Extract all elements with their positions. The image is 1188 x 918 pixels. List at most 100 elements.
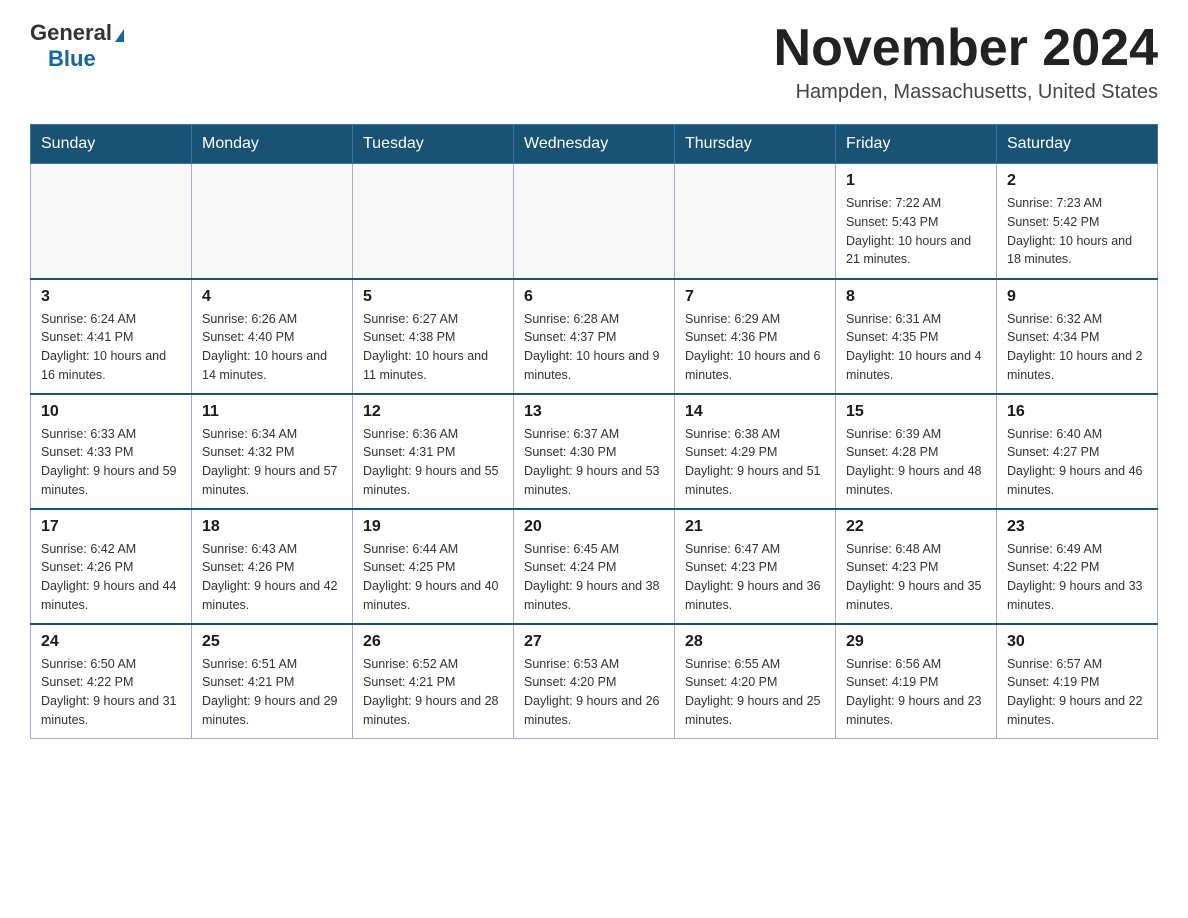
calendar-day-cell: 20 Sunrise: 6:45 AMSunset: 4:24 PMDayligh… [514, 509, 675, 624]
day-number: 7 [685, 288, 825, 306]
day-number: 21 [685, 518, 825, 536]
day-info: Sunrise: 6:50 AMSunset: 4:22 PMDaylight:… [41, 655, 181, 730]
calendar-day-cell: 19Sunrise: 6:44 AMSunset: 4:25 PMDayligh… [353, 509, 514, 624]
day-info: Sunrise: 6:44 AMSunset: 4:25 PMDaylight:… [363, 540, 503, 615]
day-info: Sunrise: 6:26 AMSunset: 4:40 PMDaylight:… [202, 310, 342, 385]
calendar-week-row: 1 Sunrise: 7:22 AMSunset: 5:43 PMDaylight… [31, 164, 1158, 279]
title-area: November 2024 Hampden, Massachusetts, Un… [774, 20, 1158, 104]
day-info: Sunrise: 6:31 AMSunset: 4:35 PMDaylight:… [846, 310, 986, 385]
weekday-header-tuesday: Tuesday [353, 125, 514, 164]
day-number: 25 [202, 633, 342, 651]
calendar-day-cell: 21 Sunrise: 6:47 AMSunset: 4:23 PMDayligh… [675, 509, 836, 624]
day-number: 15 [846, 403, 986, 421]
day-info: Sunrise: 7:23 AMSunset: 5:42 PMDaylight:… [1007, 194, 1147, 269]
weekday-header-saturday: Saturday [997, 125, 1158, 164]
weekday-header-thursday: Thursday [675, 125, 836, 164]
month-title: November 2024 [774, 20, 1158, 77]
location-subtitle: Hampden, Massachusetts, United States [774, 81, 1158, 104]
day-number: 2 [1007, 172, 1147, 190]
calendar-day-cell: 29Sunrise: 6:56 AMSunset: 4:19 PMDayligh… [836, 624, 997, 739]
day-info: Sunrise: 6:57 AMSunset: 4:19 PMDaylight:… [1007, 655, 1147, 730]
day-info: Sunrise: 6:49 AMSunset: 4:22 PMDaylight:… [1007, 540, 1147, 615]
weekday-header-wednesday: Wednesday [514, 125, 675, 164]
calendar-week-row: 17Sunrise: 6:42 AMSunset: 4:26 PMDayligh… [31, 509, 1158, 624]
day-number: 30 [1007, 633, 1147, 651]
day-info: Sunrise: 6:36 AMSunset: 4:31 PMDaylight:… [363, 425, 503, 500]
day-info: Sunrise: 6:55 AMSunset: 4:20 PMDaylight:… [685, 655, 825, 730]
day-info: Sunrise: 6:32 AMSunset: 4:34 PMDaylight:… [1007, 310, 1147, 385]
day-number: 13 [524, 403, 664, 421]
day-number: 18 [202, 518, 342, 536]
day-info: Sunrise: 6:48 AMSunset: 4:23 PMDaylight:… [846, 540, 986, 615]
day-info: Sunrise: 6:27 AMSunset: 4:38 PMDaylight:… [363, 310, 503, 385]
logo-triangle-icon [115, 29, 124, 42]
logo-general-text: General [30, 20, 112, 46]
calendar-week-row: 3 Sunrise: 6:24 AMSunset: 4:41 PMDaylight… [31, 279, 1158, 394]
day-info: Sunrise: 6:38 AMSunset: 4:29 PMDaylight:… [685, 425, 825, 500]
calendar-day-cell: 22 Sunrise: 6:48 AMSunset: 4:23 PMDayligh… [836, 509, 997, 624]
day-number: 26 [363, 633, 503, 651]
day-number: 16 [1007, 403, 1147, 421]
day-info: Sunrise: 6:52 AMSunset: 4:21 PMDaylight:… [363, 655, 503, 730]
calendar-day-cell: 13Sunrise: 6:37 AMSunset: 4:30 PMDayligh… [514, 394, 675, 509]
logo: General Blue [30, 20, 124, 72]
calendar-day-cell: 2 Sunrise: 7:23 AMSunset: 5:42 PMDaylight… [997, 164, 1158, 279]
calendar-day-cell: 3 Sunrise: 6:24 AMSunset: 4:41 PMDaylight… [31, 279, 192, 394]
day-number: 5 [363, 288, 503, 306]
weekday-header-friday: Friday [836, 125, 997, 164]
calendar-day-cell: 30 Sunrise: 6:57 AMSunset: 4:19 PMDayligh… [997, 624, 1158, 739]
day-number: 14 [685, 403, 825, 421]
day-number: 22 [846, 518, 986, 536]
day-info: Sunrise: 6:53 AMSunset: 4:20 PMDaylight:… [524, 655, 664, 730]
calendar-day-cell: 12Sunrise: 6:36 AMSunset: 4:31 PMDayligh… [353, 394, 514, 509]
day-number: 3 [41, 288, 181, 306]
day-number: 9 [1007, 288, 1147, 306]
calendar-table: SundayMondayTuesdayWednesdayThursdayFrid… [30, 124, 1158, 739]
day-number: 8 [846, 288, 986, 306]
day-info: Sunrise: 6:45 AMSunset: 4:24 PMDaylight:… [524, 540, 664, 615]
calendar-day-cell: 4Sunrise: 6:26 AMSunset: 4:40 PMDaylight… [192, 279, 353, 394]
calendar-day-cell: 23 Sunrise: 6:49 AMSunset: 4:22 PMDayligh… [997, 509, 1158, 624]
calendar-day-cell: 17Sunrise: 6:42 AMSunset: 4:26 PMDayligh… [31, 509, 192, 624]
logo-blue-text: Blue [48, 46, 96, 72]
day-number: 10 [41, 403, 181, 421]
day-info: Sunrise: 6:42 AMSunset: 4:26 PMDaylight:… [41, 540, 181, 615]
day-number: 24 [41, 633, 181, 651]
day-number: 23 [1007, 518, 1147, 536]
day-number: 1 [846, 172, 986, 190]
day-info: Sunrise: 6:33 AMSunset: 4:33 PMDaylight:… [41, 425, 181, 500]
calendar-day-cell: 25 Sunrise: 6:51 AMSunset: 4:21 PMDayligh… [192, 624, 353, 739]
page-header: General Blue November 2024 Hampden, Mass… [30, 20, 1158, 104]
calendar-day-cell [31, 164, 192, 279]
day-number: 11 [202, 403, 342, 421]
calendar-day-cell: 7Sunrise: 6:29 AMSunset: 4:36 PMDaylight… [675, 279, 836, 394]
calendar-day-cell: 16Sunrise: 6:40 AMSunset: 4:27 PMDayligh… [997, 394, 1158, 509]
calendar-day-cell: 27 Sunrise: 6:53 AMSunset: 4:20 PMDayligh… [514, 624, 675, 739]
calendar-day-cell: 5 Sunrise: 6:27 AMSunset: 4:38 PMDaylight… [353, 279, 514, 394]
day-number: 28 [685, 633, 825, 651]
day-number: 27 [524, 633, 664, 651]
day-info: Sunrise: 6:51 AMSunset: 4:21 PMDaylight:… [202, 655, 342, 730]
day-info: Sunrise: 6:28 AMSunset: 4:37 PMDaylight:… [524, 310, 664, 385]
day-number: 6 [524, 288, 664, 306]
day-info: Sunrise: 6:34 AMSunset: 4:32 PMDaylight:… [202, 425, 342, 500]
calendar-day-cell: 14 Sunrise: 6:38 AMSunset: 4:29 PMDayligh… [675, 394, 836, 509]
calendar-day-cell [514, 164, 675, 279]
calendar-day-cell: 10 Sunrise: 6:33 AMSunset: 4:33 PMDayligh… [31, 394, 192, 509]
calendar-day-cell: 1 Sunrise: 7:22 AMSunset: 5:43 PMDaylight… [836, 164, 997, 279]
day-number: 20 [524, 518, 664, 536]
weekday-header-monday: Monday [192, 125, 353, 164]
day-info: Sunrise: 6:43 AMSunset: 4:26 PMDaylight:… [202, 540, 342, 615]
calendar-day-cell [192, 164, 353, 279]
day-info: Sunrise: 6:24 AMSunset: 4:41 PMDaylight:… [41, 310, 181, 385]
calendar-day-cell: 11 Sunrise: 6:34 AMSunset: 4:32 PMDayligh… [192, 394, 353, 509]
day-info: Sunrise: 6:47 AMSunset: 4:23 PMDaylight:… [685, 540, 825, 615]
calendar-day-cell: 9 Sunrise: 6:32 AMSunset: 4:34 PMDaylight… [997, 279, 1158, 394]
day-number: 29 [846, 633, 986, 651]
day-info: Sunrise: 7:22 AMSunset: 5:43 PMDaylight:… [846, 194, 986, 269]
calendar-day-cell: 24 Sunrise: 6:50 AMSunset: 4:22 PMDayligh… [31, 624, 192, 739]
calendar-day-cell: 15Sunrise: 6:39 AMSunset: 4:28 PMDayligh… [836, 394, 997, 509]
calendar-day-cell [353, 164, 514, 279]
calendar-day-cell: 26 Sunrise: 6:52 AMSunset: 4:21 PMDayligh… [353, 624, 514, 739]
calendar-week-row: 24 Sunrise: 6:50 AMSunset: 4:22 PMDayligh… [31, 624, 1158, 739]
